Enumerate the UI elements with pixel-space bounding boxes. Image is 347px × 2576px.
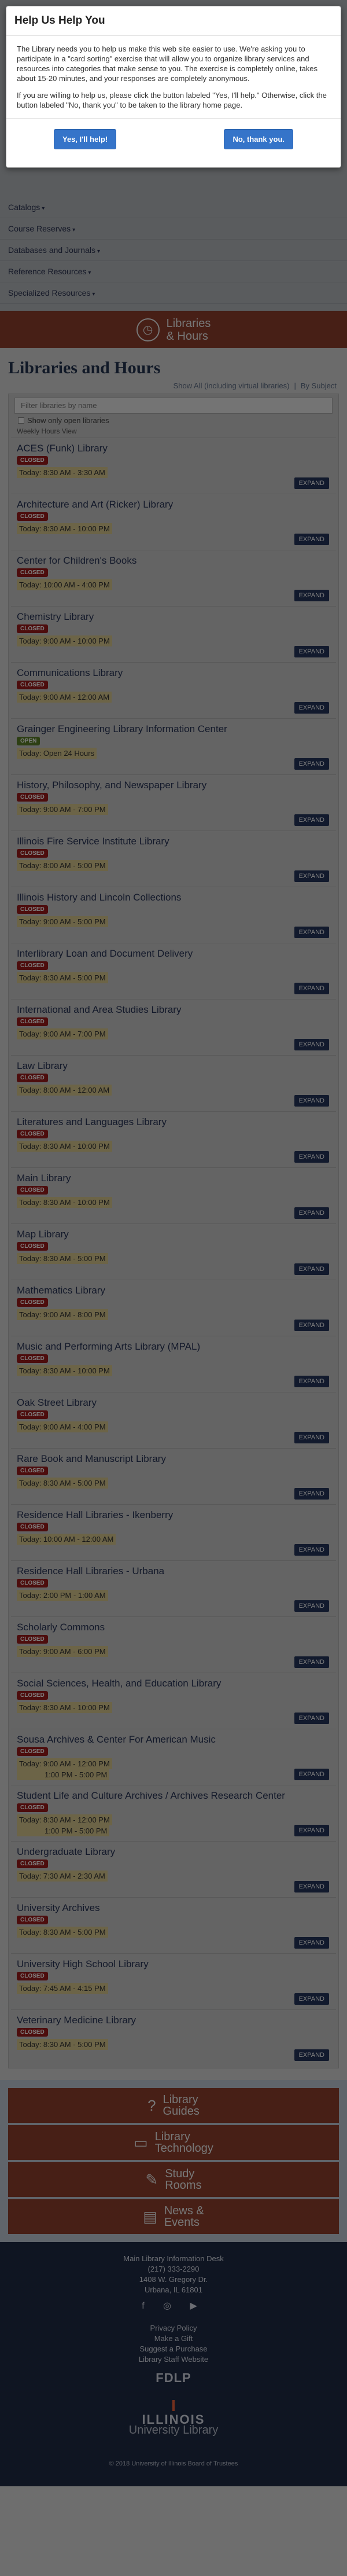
modal-title: Help Us Help You <box>6 6 341 36</box>
modal-backdrop[interactable] <box>0 0 347 2576</box>
no-thanks-button[interactable]: No, thank you. <box>224 129 293 149</box>
modal-paragraph-1: The Library needs you to help us make th… <box>17 45 318 83</box>
modal-paragraph-2: If you are willing to help us, please cl… <box>17 91 327 109</box>
modal-body: The Library needs you to help us make th… <box>6 36 341 119</box>
yes-help-button[interactable]: Yes, I'll help! <box>54 129 117 149</box>
modal-footer: Yes, I'll help! No, thank you. <box>6 119 341 160</box>
survey-modal: Help Us Help You The Library needs you t… <box>6 6 341 168</box>
